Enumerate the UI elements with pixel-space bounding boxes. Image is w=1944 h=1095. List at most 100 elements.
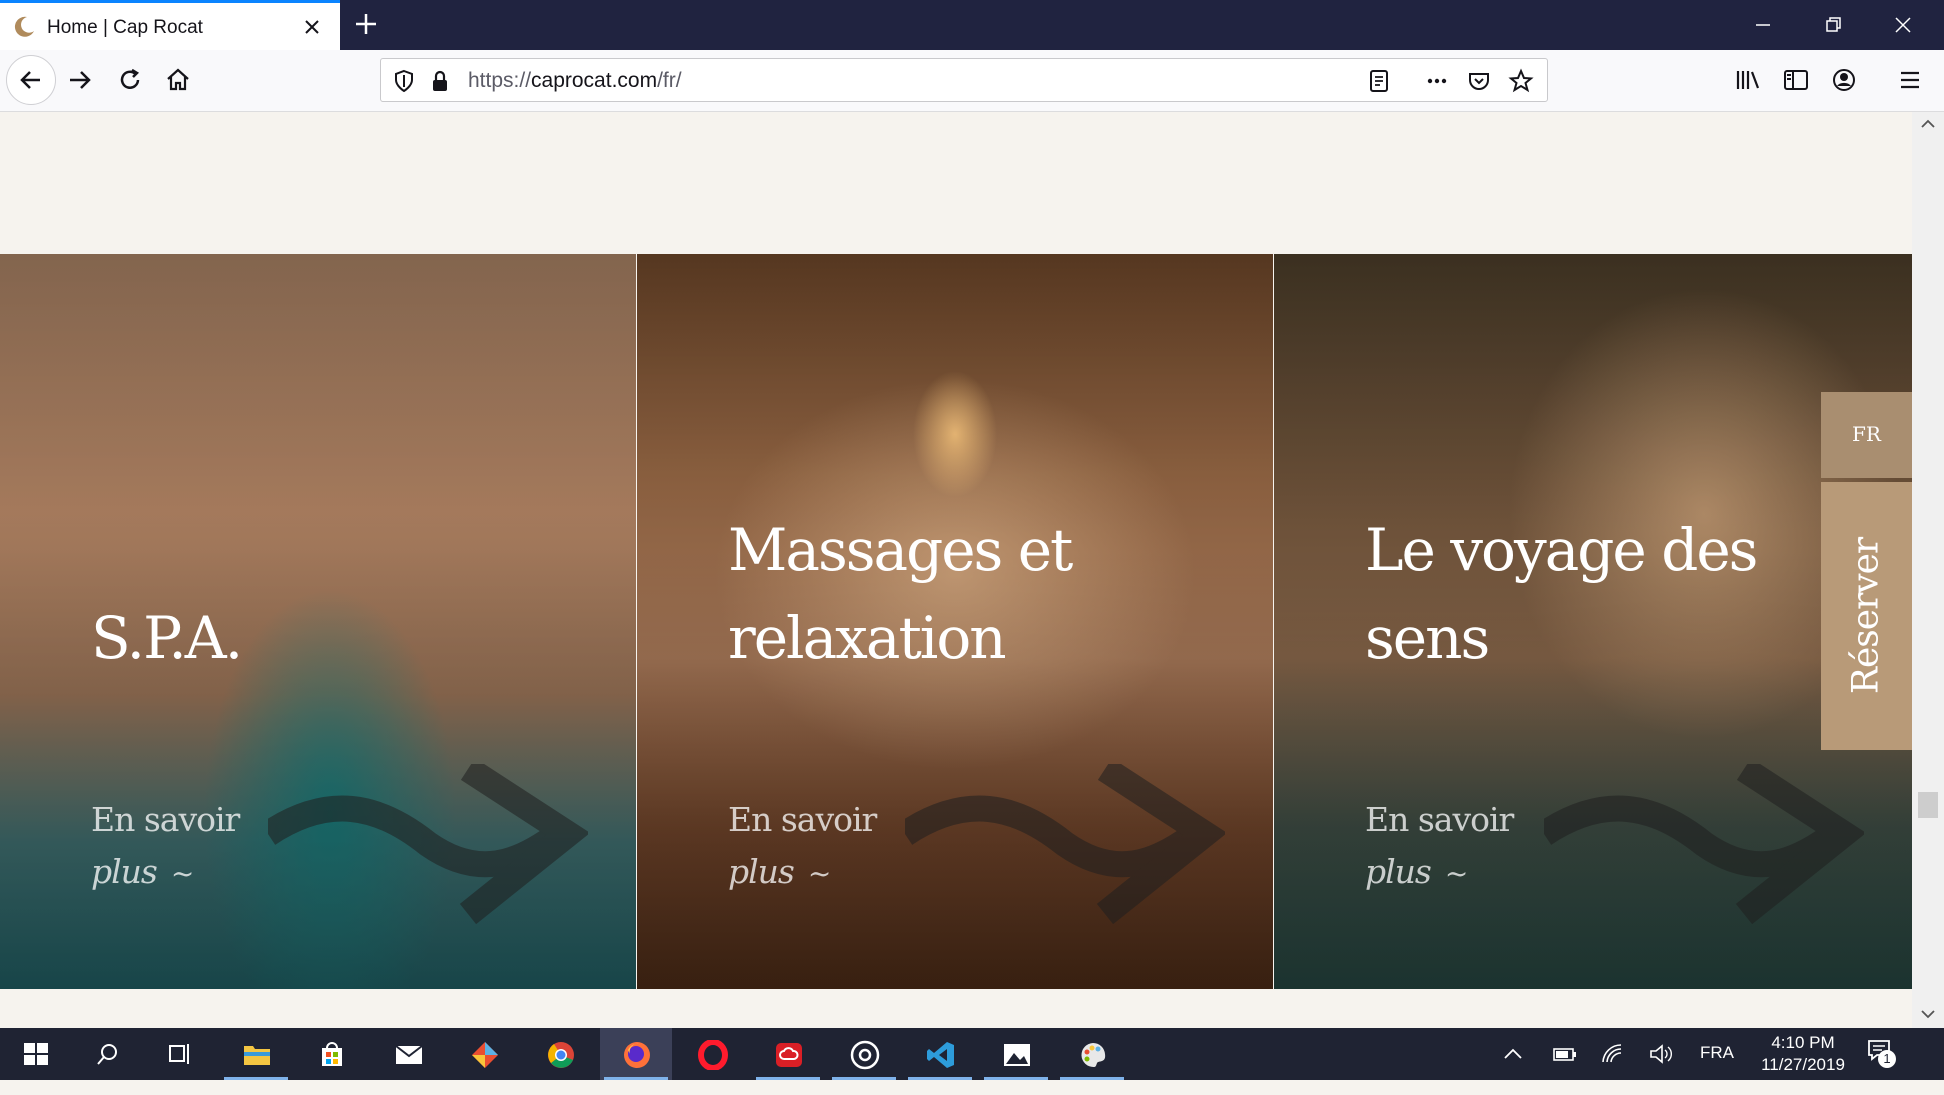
new-tab-icon[interactable] (352, 10, 380, 38)
voyage-panel[interactable]: Le voyage des sens En savoir plus ~ (1274, 254, 1912, 989)
opera-app[interactable] (676, 1028, 748, 1080)
task-view-button[interactable] (144, 1028, 216, 1080)
learn-more-link[interactable]: En savoir plus ~ (91, 794, 240, 900)
panel-title-line: relaxation (728, 604, 1007, 672)
network-icon[interactable] (1600, 1042, 1626, 1066)
mail-app[interactable] (372, 1028, 444, 1080)
chrome-app[interactable] (524, 1028, 596, 1080)
language-label: FR (1852, 422, 1881, 446)
massages-panel[interactable]: Massages et relaxation En savoir plus ~ (637, 254, 1273, 989)
reserve-button[interactable]: Réserver (1821, 482, 1912, 750)
language-button[interactable]: FR (1821, 392, 1912, 478)
panel-title-line: S.P.A. (91, 604, 243, 672)
windows-taskbar: FRA 4:10 PM 11/27/2019 1 (0, 1028, 1944, 1080)
bookmark-star-icon[interactable] (1508, 68, 1534, 94)
minimize-icon (1756, 24, 1770, 26)
link-text-line: En savoir (1365, 800, 1514, 839)
restore-button[interactable] (1798, 0, 1868, 50)
panel-title-line: Massages et (728, 516, 1073, 584)
library-icon[interactable] (1732, 64, 1764, 96)
creative-cloud-icon (776, 1043, 802, 1067)
home-icon[interactable] (162, 64, 194, 96)
address-bar[interactable]: https://caprocat.com/fr/ (380, 58, 1548, 102)
page-content: S.P.A. En savoir plus ~ Massages et relax… (0, 112, 1912, 1028)
windows-logo-icon (24, 1043, 48, 1065)
search-icon (97, 1044, 117, 1065)
clock[interactable]: 4:10 PM 11/27/2019 (1748, 1032, 1858, 1076)
tab-title: Home | Cap Rocat (47, 17, 203, 38)
store-app[interactable] (296, 1028, 368, 1080)
close-window-icon (1895, 17, 1911, 33)
browser-tab[interactable]: Home | Cap Rocat (0, 0, 340, 50)
tilde-arrow-icon: ~ (1444, 857, 1468, 890)
link-text-line: En savoir (91, 800, 240, 839)
clock-date: 11/27/2019 (1761, 1055, 1845, 1074)
battery-icon[interactable] (1552, 1044, 1578, 1064)
forward-arrow-icon[interactable] (64, 64, 96, 96)
close-tab-icon[interactable] (300, 15, 324, 39)
firefox-app[interactable] (600, 1028, 672, 1080)
start-button[interactable] (0, 1028, 72, 1080)
file-explorer-app[interactable] (220, 1028, 292, 1080)
clock-time: 4:10 PM (1771, 1033, 1835, 1052)
volume-icon[interactable] (1648, 1042, 1674, 1066)
url-text[interactable]: https://caprocat.com/fr/ (468, 69, 682, 93)
creative-cloud-app[interactable] (752, 1028, 824, 1080)
account-icon[interactable] (1828, 64, 1860, 96)
panel-title: Massages et relaxation (728, 506, 1073, 682)
vscode-app[interactable] (904, 1028, 976, 1080)
moon-favicon-icon (14, 16, 34, 37)
back-button[interactable] (6, 55, 56, 105)
minimize-button[interactable] (1728, 0, 1798, 50)
link-text-italic: plus (91, 852, 158, 891)
panel-title-line: sens (1365, 604, 1490, 672)
close-window-button[interactable] (1868, 0, 1938, 50)
browser-titlebar: Home | Cap Rocat (0, 0, 1944, 50)
store-icon (322, 1042, 342, 1066)
show-hidden-icons-chevron-icon[interactable] (1502, 1046, 1524, 1062)
browser-navbar: https://caprocat.com/fr/ (0, 50, 1944, 112)
image-icon (1004, 1044, 1030, 1066)
git-diamond-icon (472, 1042, 498, 1068)
spa-panel[interactable]: S.P.A. En savoir plus ~ (0, 254, 636, 989)
page-actions-icon[interactable] (1424, 68, 1450, 94)
paint-app[interactable] (1056, 1028, 1128, 1080)
task-view-icon (169, 1044, 189, 1064)
scroll-up-icon[interactable] (1920, 118, 1936, 130)
input-language-indicator[interactable]: FRA (1700, 1043, 1734, 1095)
decorative-arrow-icon (1544, 764, 1864, 924)
vscode-icon (927, 1042, 954, 1068)
link-text-italic: plus (728, 852, 795, 891)
decorative-arrow-icon (268, 764, 588, 924)
reader-view-icon[interactable] (1366, 68, 1392, 94)
decorative-arrow-icon (905, 764, 1225, 924)
panel-title: Le voyage des sens (1365, 506, 1758, 682)
pocket-icon[interactable] (1466, 68, 1492, 94)
link-text-line: En savoir (728, 800, 877, 839)
panel-title-line: Le voyage des (1365, 516, 1758, 584)
reserve-label: Réserver (1845, 537, 1887, 695)
search-button[interactable] (72, 1028, 144, 1080)
tilde-arrow-icon: ~ (807, 857, 831, 890)
learn-more-link[interactable]: En savoir plus ~ (1365, 794, 1514, 900)
obs-app[interactable] (828, 1028, 900, 1080)
paint-palette-icon (1081, 1042, 1106, 1068)
photos-app[interactable] (980, 1028, 1052, 1080)
reload-icon[interactable] (114, 64, 146, 96)
sidebar-toggle-icon[interactable] (1780, 64, 1812, 96)
link-text-italic: plus (1365, 852, 1432, 891)
folder-icon (244, 1046, 270, 1065)
panel-title: S.P.A. (91, 594, 243, 682)
scroll-down-icon[interactable] (1920, 1008, 1936, 1020)
menu-icon[interactable] (1894, 64, 1926, 96)
tilde-arrow-icon: ~ (170, 857, 194, 890)
page-scrollbar[interactable] (1912, 112, 1944, 1028)
firefox-icon (624, 1042, 650, 1068)
git-app[interactable] (448, 1028, 520, 1080)
learn-more-link[interactable]: En savoir plus ~ (728, 794, 877, 900)
back-arrow-icon (20, 71, 40, 89)
shield-icon[interactable] (391, 68, 417, 94)
scrollbar-thumb[interactable] (1918, 792, 1938, 818)
lock-icon[interactable] (427, 68, 453, 94)
action-center-button[interactable]: 1 (1866, 1038, 1898, 1070)
